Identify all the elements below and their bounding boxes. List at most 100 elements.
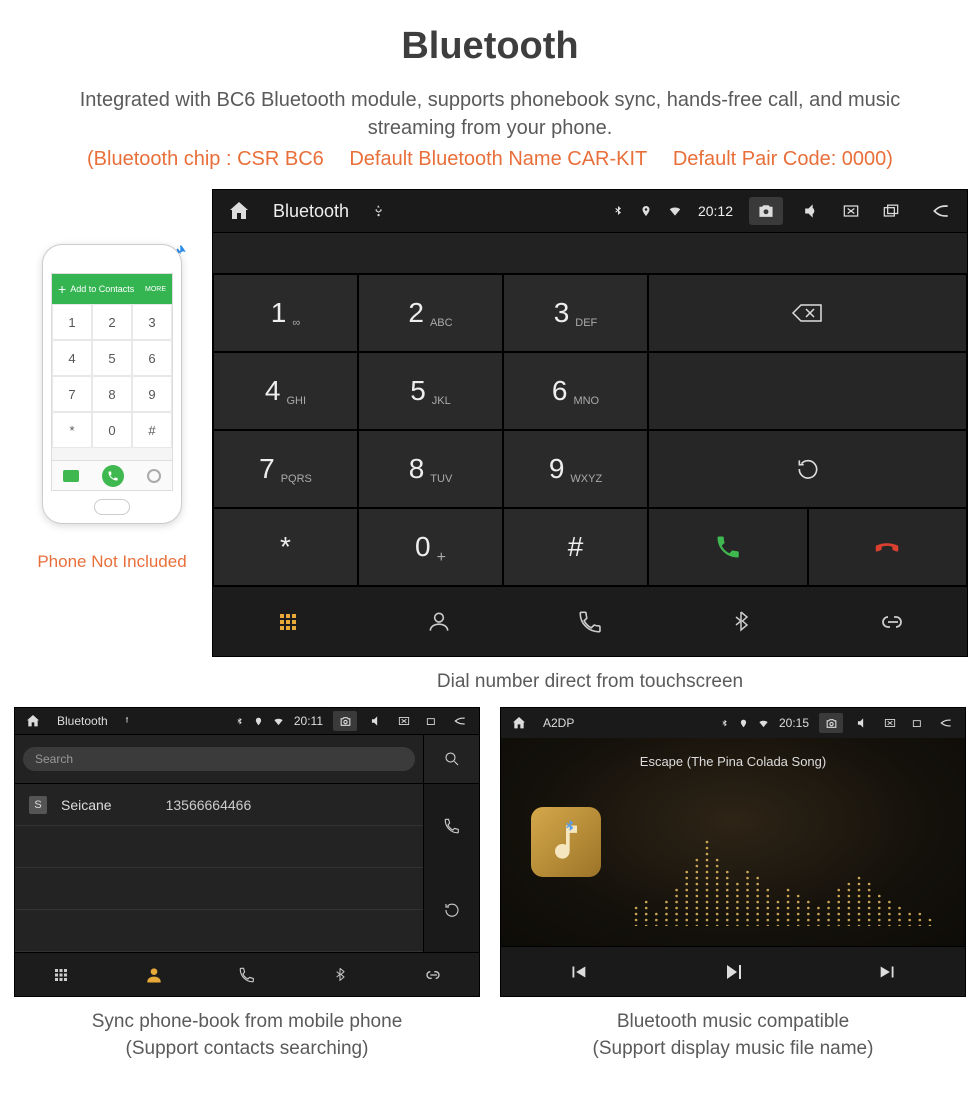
dial-display [213,232,967,274]
volume-button[interactable] [367,712,385,730]
recent-button[interactable] [879,199,903,223]
home-button [94,499,130,515]
volume-button[interactable] [853,714,871,732]
search-button[interactable] [423,735,479,783]
recent-button[interactable] [909,714,927,732]
tab-bluetooth[interactable] [293,952,386,996]
phone-key: 7 [52,376,92,412]
song-title: Escape (The Pina Colada Song) [640,754,826,769]
phone-key: # [132,412,172,448]
status-time: 20:11 [294,714,323,728]
call-button[interactable] [423,784,479,868]
key-hash[interactable]: # [503,508,648,586]
status-time: 20:15 [779,716,809,730]
dialer-screen: Bluetooth 20:12 1∞ 2ABC 3DEF 4GHI 5JK [212,189,968,657]
search-input[interactable]: Search [23,747,415,771]
location-icon [640,205,652,217]
wifi-icon [668,204,682,218]
music-caption: Bluetooth music compatible (Support disp… [500,1009,966,1062]
back-button[interactable] [937,714,955,732]
refresh-button[interactable] [423,868,479,952]
key-7[interactable]: 7PQRS [213,430,358,508]
redial-button[interactable] [648,430,967,508]
prev-button[interactable] [501,946,656,996]
contact-row[interactable]: S Seicane 13566664466 [15,784,423,826]
screenshot-button[interactable] [333,711,357,731]
phone-key: * [52,412,92,448]
play-pause-button[interactable] [656,946,811,996]
back-button[interactable] [929,199,953,223]
phone-key: 9 [132,376,172,412]
phone-key: 5 [92,340,132,376]
recent-button[interactable] [423,712,441,730]
tab-recents[interactable] [201,952,294,996]
key-4[interactable]: 4GHI [213,352,358,430]
contact-letter: S [29,796,47,814]
next-button[interactable] [810,946,965,996]
call-icon [102,465,124,487]
key-1[interactable]: 1∞ [213,274,358,352]
page-subtitle: Integrated with BC6 Bluetooth module, su… [60,86,920,142]
volume-button[interactable] [799,199,823,223]
close-button[interactable] [881,714,899,732]
status-title: Bluetooth [273,201,349,222]
dialer-caption: Dial number direct from touchscreen [212,671,968,693]
back-button[interactable] [451,712,469,730]
phone-mockup: + Add to Contacts MORE 1 2 3 4 5 6 7 8 9 [37,244,187,544]
contact-number: 13566664466 [166,797,252,813]
tab-dialpad[interactable] [15,952,108,996]
tab-contacts[interactable] [108,952,201,996]
tab-pair[interactable] [816,586,967,656]
home-icon[interactable] [511,715,527,731]
spec-chip: (Bluetooth chip : CSR BC6 [87,148,324,170]
visualizer [631,826,935,926]
key-2[interactable]: 2ABC [358,274,503,352]
page-title: Bluetooth [0,25,980,68]
tab-dialpad[interactable] [213,586,364,656]
music-note-icon [531,807,601,877]
phone-key: 6 [132,340,172,376]
video-icon [63,470,79,482]
status-time: 20:12 [698,203,733,219]
home-icon[interactable] [25,713,41,729]
key-star[interactable]: * [213,508,358,586]
wifi-icon [273,716,284,727]
home-icon[interactable] [227,199,251,223]
close-button[interactable] [395,712,413,730]
blank-side [648,352,967,430]
usb-icon [371,204,385,218]
bluetooth-status-icon [612,205,624,217]
empty-row [15,826,423,868]
phone-key: 8 [92,376,132,412]
call-button[interactable] [648,508,808,586]
tab-pair[interactable] [386,952,479,996]
tab-contacts[interactable] [364,586,515,656]
close-button[interactable] [839,199,863,223]
backspace-button[interactable] [648,274,967,352]
key-5[interactable]: 5JKL [358,352,503,430]
key-9[interactable]: 9WXYZ [503,430,648,508]
contact-name: Seicane [61,797,112,813]
screenshot-button[interactable] [819,713,843,733]
status-title: Bluetooth [57,714,108,728]
key-0[interactable]: 0+ [358,508,503,586]
key-3[interactable]: 3DEF [503,274,648,352]
phonebook-caption: Sync phone-book from mobile phone (Suppo… [14,1009,480,1062]
plus-icon: + [58,281,66,297]
spec-pair: Default Pair Code: 0000) [673,148,893,170]
key-6[interactable]: 6MNO [503,352,648,430]
hangup-button[interactable] [808,508,968,586]
empty-row [15,868,423,910]
bluetooth-status-icon [720,719,729,728]
spec-name: Default Bluetooth Name CAR-KIT [349,148,647,170]
more-label: MORE [145,286,166,293]
tab-recents[interactable] [515,586,666,656]
location-icon [739,719,748,728]
key-8[interactable]: 8TUV [358,430,503,508]
phone-key: 1 [52,304,92,340]
spec-line: (Bluetooth chip : CSR BC6 Default Blueto… [0,148,980,171]
usb-icon [122,716,132,726]
tab-bluetooth[interactable] [665,586,816,656]
screenshot-button[interactable] [749,197,783,225]
phone-key: 3 [132,304,172,340]
